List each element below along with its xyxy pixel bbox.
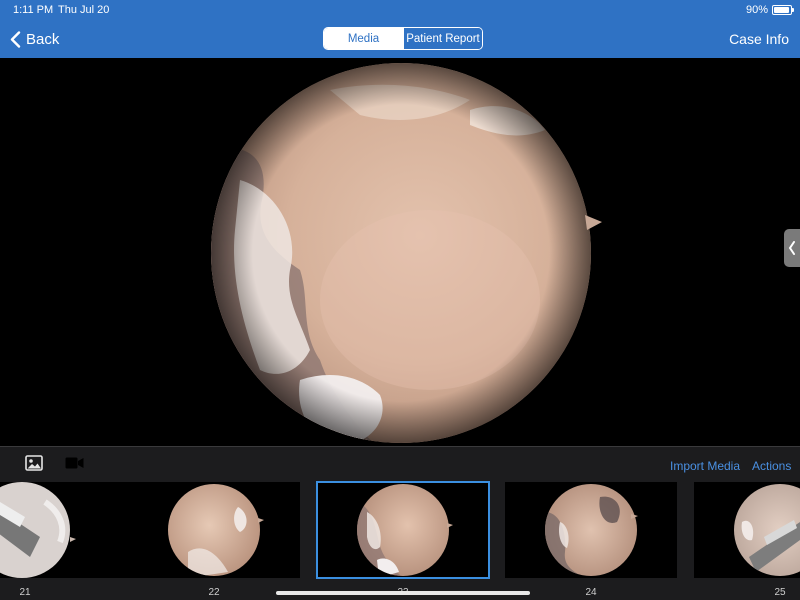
case-info-button[interactable]: Case Info bbox=[729, 31, 789, 47]
media-strip-panel: Import Media Actions 21 22 24 25 bbox=[0, 446, 800, 600]
chevron-left-icon bbox=[788, 241, 795, 255]
actions-button[interactable]: Actions bbox=[752, 459, 791, 473]
battery-percent: 90% bbox=[745, 4, 768, 16]
back-label: Back bbox=[26, 30, 60, 48]
media-thumbnail-selected[interactable] bbox=[316, 481, 490, 579]
home-indicator[interactable] bbox=[276, 591, 530, 595]
thumbnail-number: 25 bbox=[774, 587, 786, 598]
navigation-bar: Back Media Patient Report Case Info bbox=[0, 22, 800, 56]
tab-media[interactable]: Media bbox=[324, 28, 403, 49]
endoscopic-image bbox=[211, 63, 602, 443]
media-thumbnail[interactable] bbox=[128, 482, 300, 578]
photo-icon[interactable] bbox=[25, 455, 43, 471]
segmented-control: Media Patient Report bbox=[323, 27, 483, 50]
chevron-left-icon bbox=[10, 30, 21, 48]
panel-divider bbox=[0, 446, 800, 447]
status-bar: 1:11 PM Thu Jul 20 90% bbox=[0, 0, 800, 20]
back-button[interactable]: Back bbox=[10, 28, 59, 50]
battery-icon bbox=[772, 5, 794, 15]
thumbnail-image bbox=[545, 484, 638, 576]
thumbnail-number: 21 bbox=[19, 587, 31, 598]
media-thumbnail[interactable] bbox=[505, 482, 677, 578]
import-media-button[interactable]: Import Media bbox=[670, 459, 740, 473]
app-header: 1:11 PM Thu Jul 20 90% Back Media Patien… bbox=[0, 0, 800, 58]
side-panel-handle[interactable] bbox=[784, 229, 800, 267]
status-time: 1:11 PM bbox=[13, 4, 54, 16]
thumbnail-image bbox=[168, 484, 264, 576]
video-camera-icon[interactable] bbox=[65, 457, 84, 469]
thumbnail-image bbox=[734, 484, 800, 576]
status-date: Thu Jul 20 bbox=[58, 4, 110, 16]
thumbnail-image bbox=[357, 484, 453, 576]
thumbnail-number: 22 bbox=[208, 587, 220, 598]
thumbnail-number: 24 bbox=[585, 587, 597, 598]
tab-patient-report[interactable]: Patient Report bbox=[403, 28, 482, 49]
media-viewer[interactable] bbox=[0, 58, 800, 446]
media-thumbnail[interactable] bbox=[694, 482, 800, 578]
